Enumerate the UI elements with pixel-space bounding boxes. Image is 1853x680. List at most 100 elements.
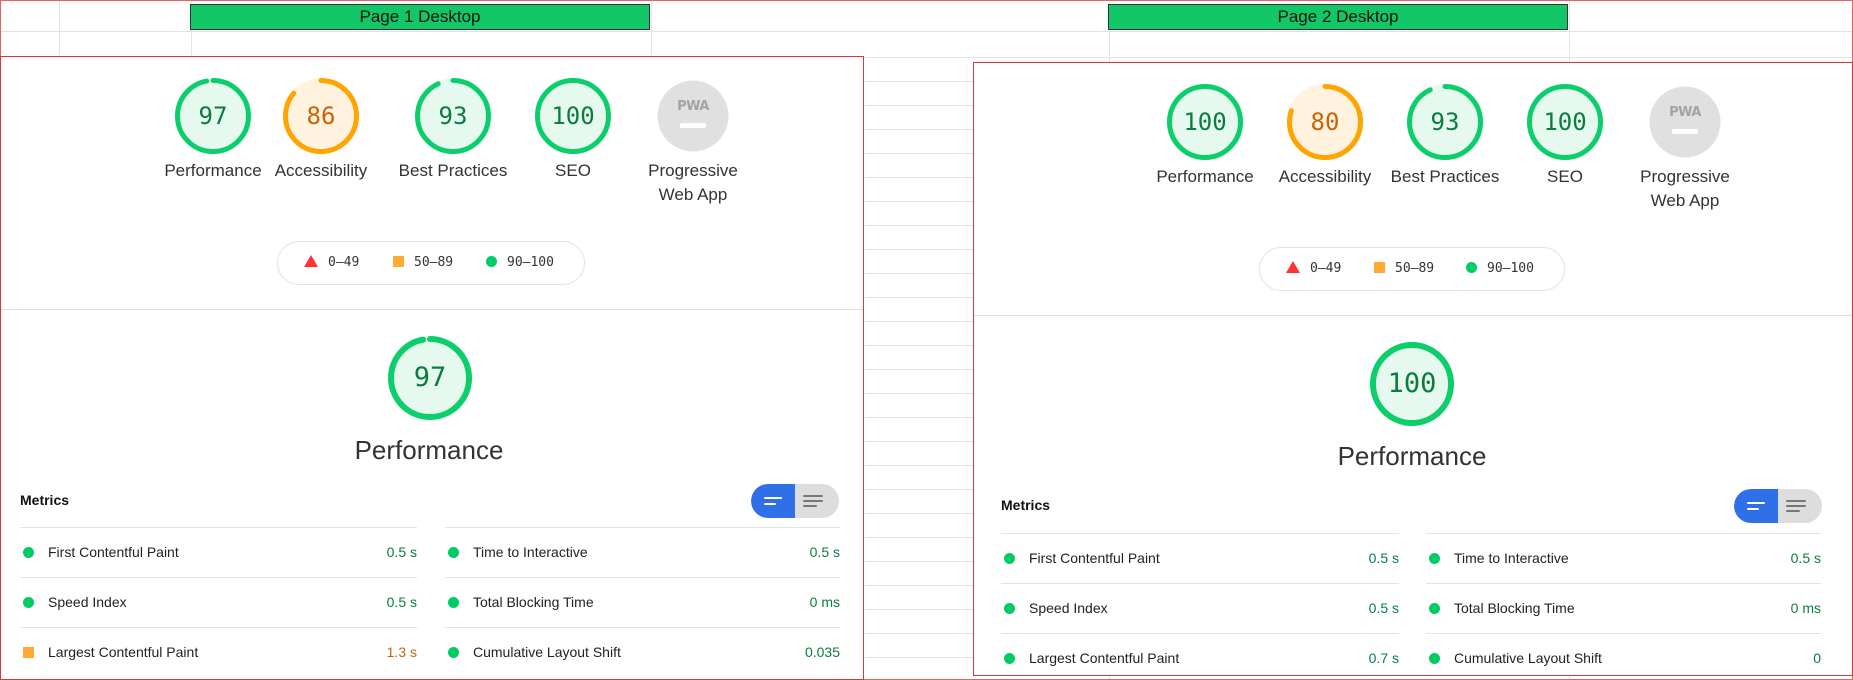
score-gauge[interactable]: PWA — [654, 77, 732, 155]
gauge-label: Progressive Web App — [648, 161, 738, 204]
gauge-score: 93 — [438, 102, 468, 130]
metric-name: Cumulative Layout Shift — [1454, 650, 1602, 666]
grid-row-line — [1, 31, 1852, 32]
circle-icon — [1004, 553, 1015, 564]
score-gauge[interactable]: 100 — [1166, 83, 1244, 161]
score-gauge[interactable]: 93 — [1406, 83, 1484, 161]
gauge-progressive-web-app[interactable]: PWA Progressive Web App — [638, 77, 748, 207]
metric-row: Cumulative Layout Shift 0.035 — [445, 627, 840, 677]
grid-row-line — [865, 657, 974, 658]
metric-value: 0.035 — [804, 644, 840, 660]
metric-row: Speed Index 0.5 s — [20, 577, 417, 627]
gauge-best-practices[interactable]: 93 Best Practices — [398, 77, 508, 183]
page-1-header-cell[interactable]: Page 1 Desktop — [190, 4, 650, 30]
circle-icon — [1429, 553, 1440, 564]
gauge-seo[interactable]: 100 SEO — [518, 77, 628, 183]
grid-row-line — [865, 609, 974, 610]
gauge-accessibility[interactable]: 86 Accessibility — [266, 77, 376, 183]
grid-row-line — [865, 441, 974, 442]
performance-score-gauge: 100 — [1369, 341, 1455, 427]
lighthouse-report-page-1: 97 Performance 86 Accessibility 93 Best Pract… — [0, 56, 864, 680]
gauge-score: 100 — [551, 102, 595, 130]
gauge-accessibility[interactable]: 80 Accessibility — [1270, 83, 1380, 189]
gauge-score: 100 — [1183, 108, 1227, 136]
metrics-view-toggle[interactable] — [1734, 489, 1822, 523]
metric-value: 0 — [1813, 650, 1821, 666]
pwa-icon: PWA — [677, 99, 709, 114]
legend-fail: 0–49 — [304, 242, 359, 284]
legend-average: 50–89 — [1374, 248, 1434, 290]
page-2-header-cell[interactable]: Page 2 Desktop — [1108, 4, 1568, 30]
score-gauge[interactable]: PWA — [1646, 83, 1724, 161]
square-icon — [1374, 262, 1385, 273]
metric-value: 0.5 s — [1368, 550, 1399, 566]
circle-icon — [448, 597, 459, 608]
gauge-label: Performance — [164, 161, 262, 180]
square-icon — [23, 647, 34, 658]
metric-row: Total Blocking Time 0 ms — [445, 577, 840, 627]
metric-row: Largest Contentful Paint 1.3 s — [20, 627, 417, 677]
compact-view-icon[interactable] — [751, 484, 795, 518]
grid-row-line — [865, 153, 974, 154]
grid-row-line — [865, 273, 974, 274]
metric-value: 0.5 s — [1790, 550, 1821, 566]
grid-row-line — [865, 225, 974, 226]
triangle-icon — [304, 255, 318, 267]
expanded-view-icon[interactable] — [1778, 489, 1822, 523]
gauge-progressive-web-app[interactable]: PWA Progressive Web App — [1630, 83, 1740, 213]
gauge-label: Accessibility — [274, 161, 368, 180]
gauge-best-practices[interactable]: 93 Best Practices — [1390, 83, 1500, 189]
grid-row-line — [865, 369, 974, 370]
metrics-view-toggle[interactable] — [751, 484, 839, 518]
compact-view-icon[interactable] — [1734, 489, 1778, 523]
expanded-view-icon[interactable] — [795, 484, 839, 518]
metric-name: Time to Interactive — [1454, 550, 1569, 566]
metric-row: Time to Interactive 0.5 s — [445, 527, 840, 577]
score-gauge[interactable]: 80 — [1286, 83, 1364, 161]
metric-row: Total Blocking Time 0 ms — [1426, 583, 1821, 633]
score-gauge[interactable]: 100 — [1526, 83, 1604, 161]
score-gauge[interactable]: 86 — [282, 77, 360, 155]
score-gauge[interactable]: 97 — [174, 77, 252, 155]
grid-row-line — [865, 105, 974, 106]
metrics-left-column: First Contentful Paint 0.5 s Speed Index 0.… — [1001, 533, 1399, 675]
circle-icon — [1429, 653, 1440, 664]
gauge-label: Best Practices — [398, 161, 508, 180]
grid-row-line — [865, 297, 974, 298]
metric-value: 0.5 s — [386, 594, 417, 610]
gauge-performance[interactable]: 97 Performance — [158, 77, 268, 183]
metric-name: Speed Index — [48, 594, 127, 610]
gauge-label: SEO — [555, 161, 591, 180]
grid-row-line — [865, 561, 974, 562]
metric-name: First Contentful Paint — [1029, 550, 1160, 566]
pwa-icon: PWA — [1669, 105, 1701, 120]
legend-fail: 0–49 — [1286, 248, 1341, 290]
metric-value: 0.5 s — [809, 544, 840, 560]
square-icon — [393, 256, 404, 267]
metric-name: Speed Index — [1029, 600, 1108, 616]
score-gauge[interactable]: 100 — [534, 77, 612, 155]
circle-icon — [23, 597, 34, 608]
circle-icon — [1004, 603, 1015, 614]
circle-icon — [1466, 262, 1477, 273]
grid-row-line — [865, 129, 974, 130]
grid-row-line — [865, 513, 974, 514]
metric-row: Speed Index 0.5 s — [1001, 583, 1399, 633]
gauge-seo[interactable]: 100 SEO — [1510, 83, 1620, 189]
grid-row-line — [865, 465, 974, 466]
circle-icon — [448, 647, 459, 658]
performance-title: Performance — [354, 435, 504, 465]
circle-icon — [486, 256, 497, 267]
gauge-performance[interactable]: 100 Performance — [1150, 83, 1260, 189]
grid-row-line — [865, 201, 974, 202]
metric-value: 1.3 s — [386, 644, 417, 660]
metric-name: Cumulative Layout Shift — [473, 644, 621, 660]
metric-name: Total Blocking Time — [473, 594, 594, 610]
score-gauge[interactable]: 93 — [414, 77, 492, 155]
grid-row-line — [865, 417, 974, 418]
grid-row-line — [865, 345, 974, 346]
circle-icon — [448, 547, 459, 558]
lighthouse-report-page-2: 100 Performance 80 Accessibility 93 Best Prac… — [973, 62, 1853, 676]
metric-value: 0.5 s — [1368, 600, 1399, 616]
legend-pass: 90–100 — [486, 242, 554, 284]
